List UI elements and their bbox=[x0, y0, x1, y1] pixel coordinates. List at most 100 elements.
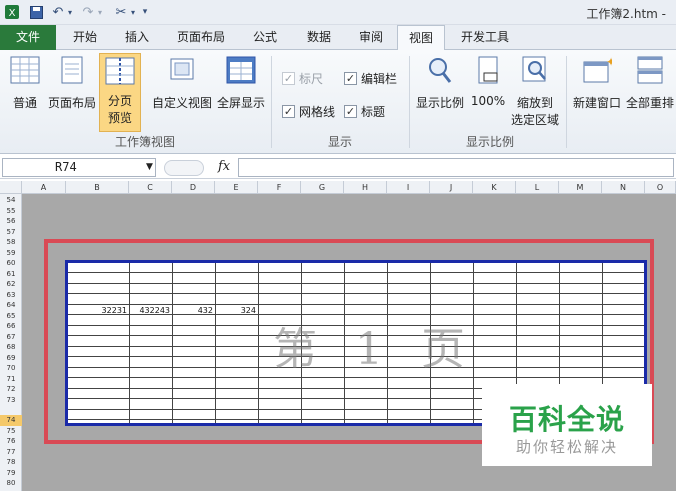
undo-dropdown-icon[interactable]: ▾ bbox=[66, 3, 74, 21]
cell-c64[interactable]: 432243 bbox=[131, 306, 170, 315]
row-header[interactable]: 63 bbox=[0, 290, 22, 301]
column-header[interactable]: A bbox=[22, 181, 66, 194]
row-header[interactable]: 76 bbox=[0, 436, 22, 447]
column-header[interactable]: M bbox=[559, 181, 602, 194]
formula-bar: R74 ▼ fx bbox=[0, 157, 676, 179]
cell-b64[interactable]: 32231 bbox=[70, 306, 127, 315]
page-layout-view-button[interactable]: 页面布局 bbox=[46, 56, 98, 111]
row-header[interactable]: 70 bbox=[0, 363, 22, 374]
row-header[interactable]: 73 bbox=[0, 395, 22, 406]
row-header-selected[interactable]: 74 bbox=[0, 415, 22, 426]
column-header[interactable]: I bbox=[387, 181, 430, 194]
tools-icon[interactable]: ✂ bbox=[112, 3, 130, 21]
row-header[interactable]: 62 bbox=[0, 279, 22, 290]
arrange-all-icon bbox=[635, 56, 665, 84]
grid-line bbox=[172, 263, 173, 423]
redo-icon[interactable]: ↷ bbox=[80, 3, 96, 21]
row-header[interactable]: 59 bbox=[0, 248, 22, 259]
zoom-100-label: 100% bbox=[470, 94, 506, 108]
zoom-to-selection-button[interactable]: 缩放到 选定区域 bbox=[508, 56, 562, 128]
ruler-checkbox[interactable]: ✓ 标尺 bbox=[282, 70, 323, 87]
new-window-icon: ✦ bbox=[582, 55, 616, 84]
page-break-preview-label-line2: 预览 bbox=[107, 111, 132, 125]
row-header[interactable]: 55 bbox=[0, 206, 22, 217]
name-box[interactable]: R74 bbox=[2, 158, 156, 177]
name-box-dropdown-icon[interactable]: ▼ bbox=[146, 162, 153, 172]
full-screen-button[interactable]: 全屏显示 bbox=[214, 56, 268, 111]
cell-d64[interactable]: 432 bbox=[174, 306, 213, 315]
row-header[interactable]: 54 bbox=[0, 195, 22, 206]
column-header[interactable]: L bbox=[516, 181, 559, 194]
row-header[interactable]: 56 bbox=[0, 216, 22, 227]
headings-checkbox[interactable]: ✓ 标题 bbox=[344, 103, 385, 120]
tab-data[interactable]: 数据 bbox=[294, 25, 344, 50]
tab-file[interactable]: 文件 bbox=[0, 25, 56, 50]
grid-line bbox=[68, 282, 644, 284]
undo-icon[interactable]: ↶ bbox=[50, 3, 66, 21]
page-break-preview-button[interactable]: 分页 预览 bbox=[99, 53, 141, 132]
formula-input[interactable] bbox=[238, 158, 674, 177]
row-header[interactable]: 58 bbox=[0, 237, 22, 248]
group-separator bbox=[409, 56, 410, 148]
zoom-100-button[interactable]: 100% bbox=[468, 56, 508, 108]
column-header[interactable]: K bbox=[473, 181, 516, 194]
row-header[interactable]: 68 bbox=[0, 342, 22, 353]
row-header[interactable]: 64 bbox=[0, 300, 22, 311]
select-all-corner[interactable] bbox=[0, 181, 22, 194]
tab-review[interactable]: 审阅 bbox=[346, 25, 396, 50]
row-header[interactable]: 77 bbox=[0, 447, 22, 458]
column-header[interactable]: D bbox=[172, 181, 215, 194]
tab-insert[interactable]: 插入 bbox=[112, 25, 162, 50]
cell-e64[interactable]: 324 bbox=[217, 306, 256, 315]
tab-home[interactable]: 开始 bbox=[60, 25, 110, 50]
row-header[interactable]: 69 bbox=[0, 353, 22, 364]
tools-dropdown-icon[interactable]: ▾ bbox=[129, 3, 137, 21]
row-header[interactable]: 67 bbox=[0, 332, 22, 343]
row-headers: 54 55 56 57 58 59 60 61 62 63 64 65 66 6… bbox=[0, 194, 22, 491]
zoom-button[interactable]: 显示比例 bbox=[414, 56, 466, 111]
gridlines-label: 网格线 bbox=[299, 105, 336, 119]
row-header[interactable]: 78 bbox=[0, 457, 22, 468]
new-window-button[interactable]: ✦ 新建窗口 bbox=[570, 55, 624, 111]
row-header[interactable]: 71 bbox=[0, 374, 22, 385]
row-header[interactable]: 65 bbox=[0, 311, 22, 322]
zoom-selection-icon bbox=[520, 56, 550, 84]
custom-views-button[interactable]: 自定义视图 bbox=[150, 56, 214, 111]
row-header[interactable]: 80 bbox=[0, 478, 22, 489]
row-header[interactable]: 60 bbox=[0, 258, 22, 269]
formula-bar-checkbox[interactable]: ✓ 编辑栏 bbox=[344, 70, 397, 87]
row-header[interactable]: 66 bbox=[0, 321, 22, 332]
column-header[interactable]: B bbox=[66, 181, 129, 194]
row-header[interactable]: 75 bbox=[0, 426, 22, 437]
grid-line bbox=[68, 293, 644, 294]
column-header[interactable]: C bbox=[129, 181, 172, 194]
column-header[interactable]: E bbox=[215, 181, 258, 194]
logo-title: 百科全说 bbox=[508, 403, 625, 436]
tab-developer[interactable]: 开发工具 bbox=[450, 25, 520, 50]
column-header[interactable]: H bbox=[344, 181, 387, 194]
column-header[interactable]: F bbox=[258, 181, 301, 194]
arrange-all-button[interactable]: 全部重排 bbox=[624, 56, 676, 111]
row-header[interactable]: 79 bbox=[0, 468, 22, 479]
page-layout-icon bbox=[57, 56, 87, 84]
tab-formulas[interactable]: 公式 bbox=[240, 25, 290, 50]
column-header[interactable]: O bbox=[645, 181, 676, 194]
tab-view[interactable]: 视图 bbox=[397, 25, 445, 51]
excel-icon: X bbox=[4, 3, 20, 21]
column-header[interactable]: J bbox=[430, 181, 473, 194]
customize-quick-access-icon[interactable]: ▾ bbox=[140, 3, 150, 21]
tab-page-layout[interactable]: 页面布局 bbox=[166, 25, 236, 50]
page-layout-label: 页面布局 bbox=[47, 96, 96, 110]
column-header[interactable]: G bbox=[301, 181, 344, 194]
save-icon[interactable] bbox=[28, 3, 44, 21]
svg-text:X: X bbox=[9, 8, 16, 19]
row-header[interactable]: 61 bbox=[0, 269, 22, 280]
formula-bar-grip[interactable] bbox=[164, 160, 204, 176]
redo-dropdown-icon[interactable]: ▾ bbox=[96, 3, 104, 21]
row-header[interactable]: 57 bbox=[0, 227, 22, 238]
gridlines-checkbox[interactable]: ✓ 网格线 bbox=[282, 103, 335, 120]
insert-function-icon[interactable]: fx bbox=[218, 159, 230, 174]
normal-view-button[interactable]: 普通 bbox=[4, 56, 46, 111]
column-header[interactable]: N bbox=[602, 181, 645, 194]
row-header[interactable]: 72 bbox=[0, 384, 22, 395]
